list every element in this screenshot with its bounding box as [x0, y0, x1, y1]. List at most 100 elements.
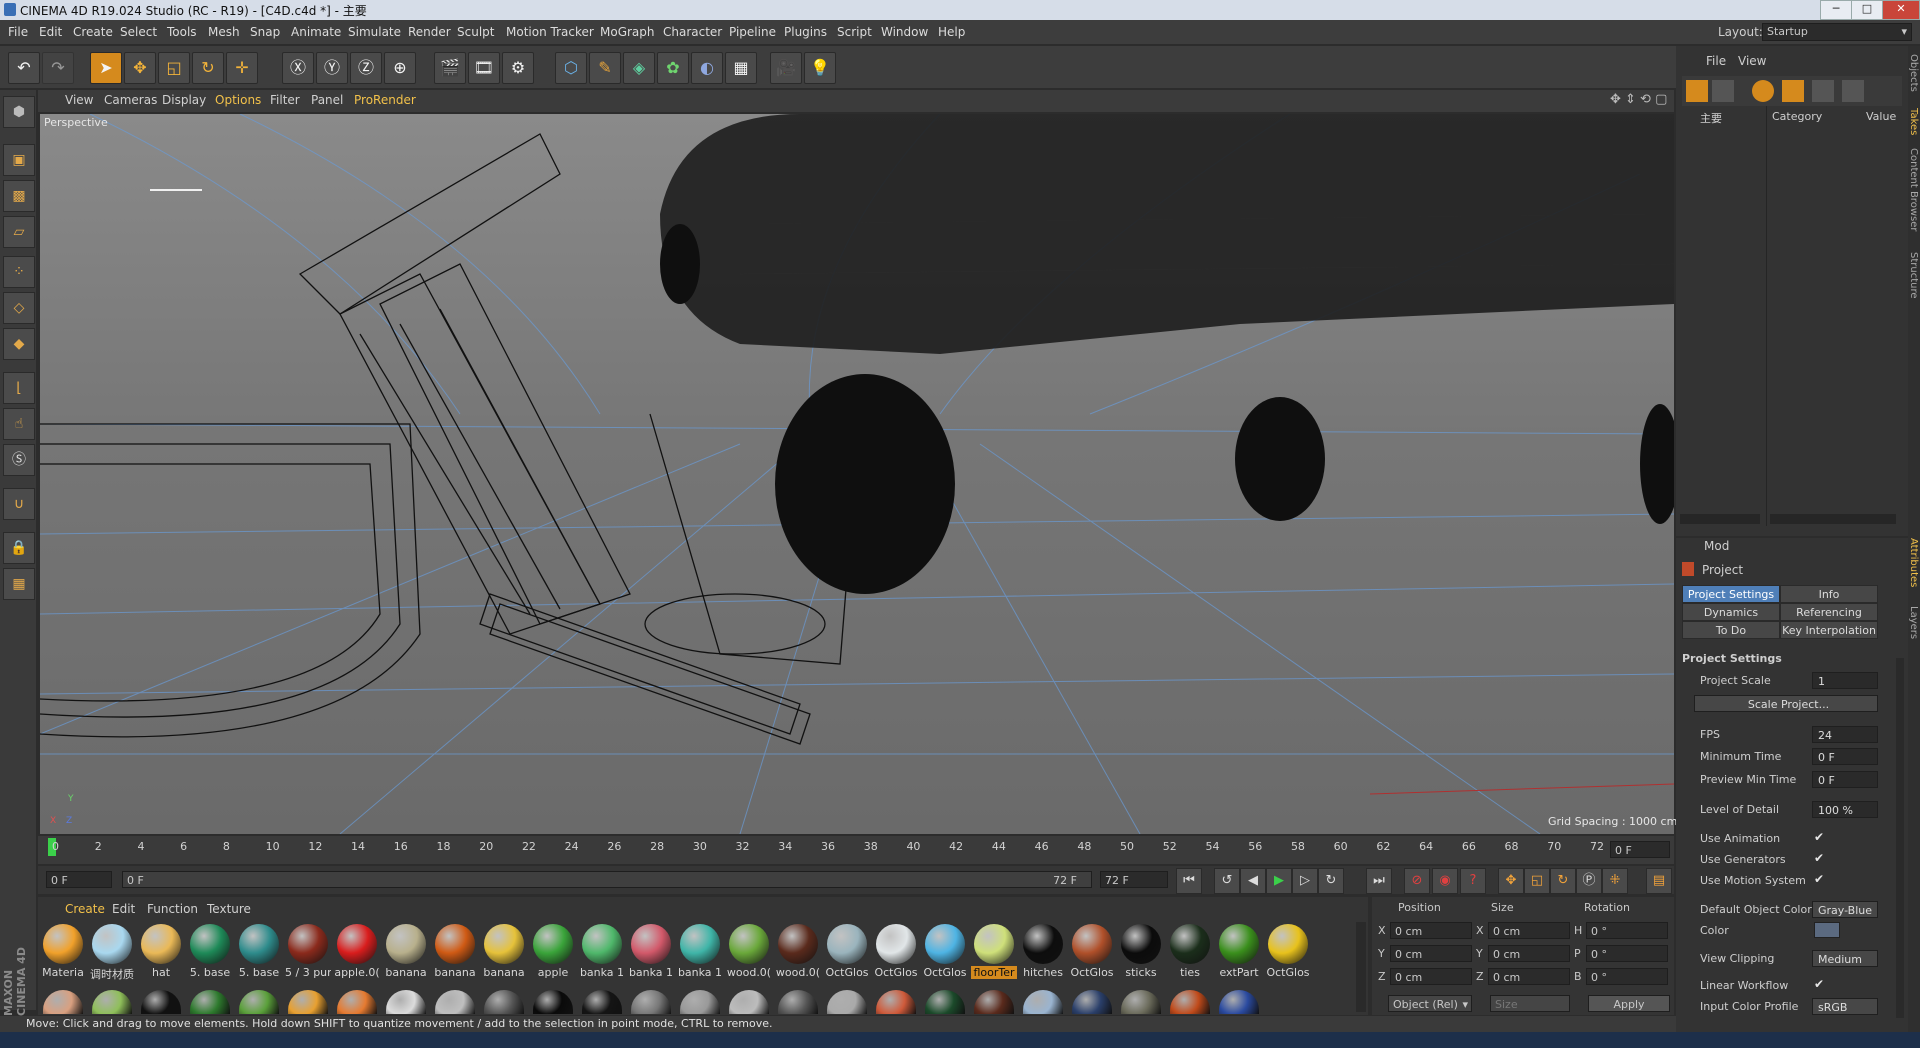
previous-frame-button[interactable]: ◀ [1240, 868, 1266, 894]
view-clipping-dropdown[interactable]: Medium [1812, 950, 1878, 967]
size-field[interactable]: 0 cm [1488, 968, 1570, 985]
material-swatch[interactable]: banka 1 [628, 922, 674, 982]
override-icon[interactable] [1712, 80, 1734, 102]
render-take-icon[interactable] [1842, 80, 1864, 102]
menu-help[interactable]: Help [938, 25, 965, 39]
cube-button[interactable]: ⬡ [555, 52, 587, 84]
coordinate-mode-dropdown[interactable]: Object (Rel) ▾ [1388, 995, 1472, 1012]
viewport-menu-options[interactable]: Options [215, 93, 261, 107]
menu-mesh[interactable]: Mesh [208, 25, 240, 39]
use-generators-checkbox[interactable]: ✔ [1814, 851, 1824, 865]
object-item[interactable]: 主要 [1700, 110, 1740, 126]
go-to-end-button[interactable]: ⏭ [1366, 868, 1392, 894]
next-key-button[interactable]: ↻ [1318, 868, 1344, 894]
material-menu-create[interactable]: Create [65, 902, 105, 916]
current-frame-field[interactable]: 0 F [1610, 841, 1670, 858]
material-scrollbar[interactable] [1356, 922, 1366, 1012]
material-swatch[interactable]: banana [383, 922, 429, 982]
tab-attributes[interactable]: Attributes [1908, 538, 1919, 587]
tab-referencing[interactable]: Referencing [1780, 603, 1878, 621]
redo-button[interactable]: ↷ [42, 52, 74, 84]
autokey-button[interactable]: ◉ [1432, 868, 1458, 894]
material-swatch[interactable]: ties [1167, 922, 1213, 982]
material-swatch[interactable]: extPart [1216, 922, 1262, 982]
layout-dropdown[interactable]: Startup ▾ [1762, 23, 1912, 41]
material-swatch[interactable]: 5. base [187, 922, 233, 982]
record-take-icon[interactable] [1782, 80, 1804, 102]
menu-snap[interactable]: Snap [250, 25, 280, 39]
axis-mode-button[interactable]: ⌊ [3, 372, 35, 404]
magnet-button[interactable]: ∪ [3, 488, 35, 520]
coordinate-system-button[interactable]: ⊕ [384, 52, 416, 84]
tab-dynamics[interactable]: Dynamics [1682, 603, 1780, 621]
play-button[interactable]: ▶ [1266, 868, 1292, 894]
fps-field[interactable]: 24 [1812, 726, 1878, 743]
attributes-mode-menu[interactable]: Mod [1704, 539, 1729, 553]
menu-tools[interactable]: Tools [167, 25, 197, 39]
rotation-field[interactable]: 0 ° [1586, 968, 1668, 985]
tab-to-do[interactable]: To Do [1682, 621, 1780, 639]
min-time-field[interactable]: 0 F [1812, 748, 1878, 765]
key-parameter-button[interactable]: Ⓟ [1576, 868, 1602, 894]
material-swatch[interactable]: apple [530, 922, 576, 982]
attributes-scrollbar[interactable] [1896, 658, 1904, 1018]
menu-mograph[interactable]: MoGraph [600, 25, 655, 39]
subdivision-button[interactable]: ◈ [623, 52, 655, 84]
material-swatch[interactable]: OctGlos [1265, 922, 1311, 982]
live-selection-button[interactable]: ➤ [90, 52, 122, 84]
camera-button[interactable]: 🎥 [770, 52, 802, 84]
material-swatch[interactable]: banka 1 [579, 922, 625, 982]
tab-layers[interactable]: Layers [1908, 606, 1919, 639]
lod-field[interactable]: 100 % [1812, 801, 1878, 818]
maximize-button[interactable]: □ [1851, 0, 1883, 20]
minimize-button[interactable]: ─ [1820, 0, 1852, 20]
auto-take-icon[interactable] [1752, 80, 1774, 102]
menu-create[interactable]: Create [73, 25, 113, 39]
workplane-button[interactable]: ▱ [3, 216, 35, 248]
position-field[interactable]: 0 cm [1390, 968, 1472, 985]
z-axis-lock-button[interactable]: Ⓩ [350, 52, 382, 84]
size-field[interactable]: 0 cm [1488, 922, 1570, 939]
material-swatch[interactable]: 调时材质 [89, 922, 135, 982]
cloner-button[interactable]: ✿ [657, 52, 689, 84]
previous-key-button[interactable]: ↺ [1214, 868, 1240, 894]
frame-range-slider[interactable]: 0 F 72 F [122, 871, 1092, 888]
key-scale-button[interactable]: ◱ [1524, 868, 1550, 894]
edges-mode-button[interactable]: ◇ [3, 292, 35, 324]
menu-motion-tracker[interactable]: Motion Tracker [506, 25, 594, 39]
linear-workflow-checkbox[interactable]: ✔ [1814, 977, 1824, 991]
undo-button[interactable]: ↶ [8, 52, 40, 84]
viewport-nav-icons[interactable]: ✥ ⇕ ⟲ ▢ [1610, 92, 1667, 107]
close-button[interactable]: ✕ [1882, 0, 1920, 20]
horizontal-scrollbar-right[interactable] [1770, 514, 1896, 524]
input-color-profile-dropdown[interactable]: sRGB [1812, 998, 1878, 1015]
render-view-button[interactable]: 🎬 [434, 52, 466, 84]
project-scale-field[interactable]: 1 [1812, 672, 1878, 689]
tab-structure[interactable]: Structure [1908, 252, 1919, 299]
material-swatch[interactable]: 5 / 3 pur [285, 922, 331, 982]
scale-tool-button[interactable]: ◱ [158, 52, 190, 84]
menu-render[interactable]: Render [408, 25, 451, 39]
camera-take-icon[interactable] [1812, 80, 1834, 102]
tab-objects[interactable]: Objects [1908, 54, 1919, 92]
light-button[interactable]: 💡 [804, 52, 836, 84]
material-swatch[interactable]: wood.0( [726, 922, 772, 982]
menu-pipeline[interactable]: Pipeline [729, 25, 776, 39]
rotate-tool-button[interactable]: ↻ [192, 52, 224, 84]
viewport-menu-view[interactable]: View [65, 93, 93, 107]
material-swatch[interactable]: sticks [1118, 922, 1164, 982]
menu-script[interactable]: Script [837, 25, 872, 39]
object-menu-file[interactable]: File [1706, 54, 1726, 68]
position-field[interactable]: 0 cm [1390, 945, 1472, 962]
next-frame-button[interactable]: ▷ [1292, 868, 1318, 894]
lock-workplane-button[interactable]: 🔒 [3, 532, 35, 564]
material-swatch[interactable]: OctGlos [922, 922, 968, 982]
horizontal-scrollbar-left[interactable] [1680, 514, 1760, 524]
material-swatch[interactable]: wood.0( [775, 922, 821, 982]
menu-simulate[interactable]: Simulate [348, 25, 401, 39]
material-swatch[interactable]: hat [138, 922, 184, 982]
use-motion-checkbox[interactable]: ✔ [1814, 872, 1824, 886]
menu-select[interactable]: Select [120, 25, 157, 39]
material-swatch[interactable]: hitches [1020, 922, 1066, 982]
deformer-button[interactable]: ◐ [691, 52, 723, 84]
